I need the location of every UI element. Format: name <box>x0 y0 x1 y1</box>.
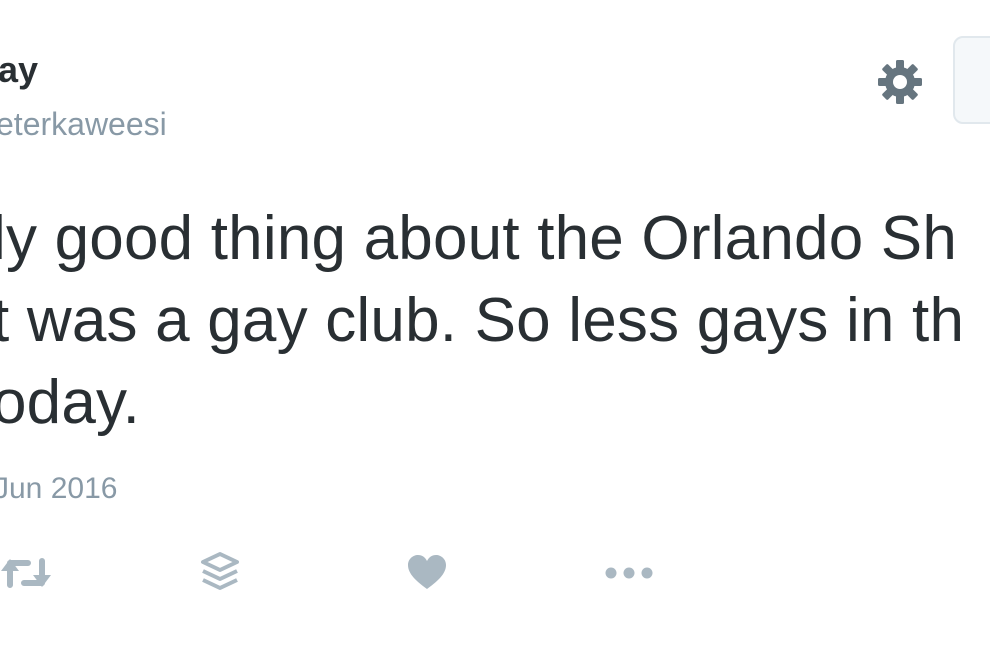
tweet-text: ly good thing about the Orlando Sh t was… <box>0 198 990 444</box>
follow-button[interactable] <box>953 36 990 124</box>
author-handle[interactable]: eterkaweesi <box>0 108 167 140</box>
tweet-timestamp[interactable]: Jun 2016 <box>0 474 117 504</box>
tweet-card: ay eterkaweesi ly good thing about the O… <box>0 0 990 660</box>
author-display-name[interactable]: ay <box>0 52 38 88</box>
heart-icon[interactable] <box>404 546 450 600</box>
more-dots-icon[interactable] <box>600 546 658 600</box>
tweet-text-line: oday. <box>0 368 141 437</box>
gear-icon[interactable] <box>876 58 924 106</box>
retweet-icon[interactable] <box>0 546 56 600</box>
layers-icon[interactable] <box>196 546 244 600</box>
tweet-text-line: t was a gay club. So less gays in th <box>0 286 965 355</box>
tweet-text-line: ly good thing about the Orlando Sh <box>0 204 958 273</box>
